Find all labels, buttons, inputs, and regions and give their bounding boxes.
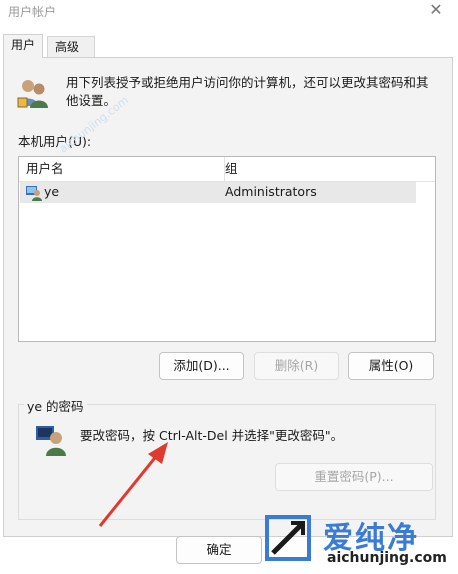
properties-button[interactable]: 属性(O) (348, 352, 434, 380)
reset-password-button[interactable]: 重置密码(P)... (275, 463, 433, 491)
user-key-icon (36, 426, 66, 456)
users-listview[interactable]: 用户名 组 ye Administrators (18, 156, 436, 342)
annotation-arrow-icon (98, 442, 168, 527)
users-icon (17, 80, 48, 108)
list-header: 用户名 组 (19, 157, 435, 182)
watermark-url: aichunjing.com (327, 550, 447, 566)
column-header-username[interactable]: 用户名 (19, 157, 225, 181)
close-icon[interactable]: ✕ (422, 0, 450, 22)
remove-user-button[interactable]: 删除(R) (254, 352, 339, 380)
brand-logo-icon (265, 515, 311, 561)
tab-advanced[interactable]: 高级 (47, 36, 95, 57)
tab-users[interactable]: 用户 (3, 34, 43, 58)
password-group-legend: ye 的密码 (24, 396, 87, 415)
row-username: ye (44, 184, 60, 199)
password-groupbox (18, 404, 436, 520)
row-group: Administrators (225, 184, 317, 199)
ok-button[interactable]: 确定 (176, 536, 262, 564)
column-header-group[interactable]: 组 (218, 157, 425, 181)
add-user-button[interactable]: 添加(D)... (159, 352, 244, 380)
user-icon (26, 186, 42, 201)
table-row[interactable]: ye Administrators (20, 182, 416, 203)
title-bar: 用户帐户 ✕ (0, 0, 458, 26)
window-title: 用户帐户 (8, 5, 57, 19)
